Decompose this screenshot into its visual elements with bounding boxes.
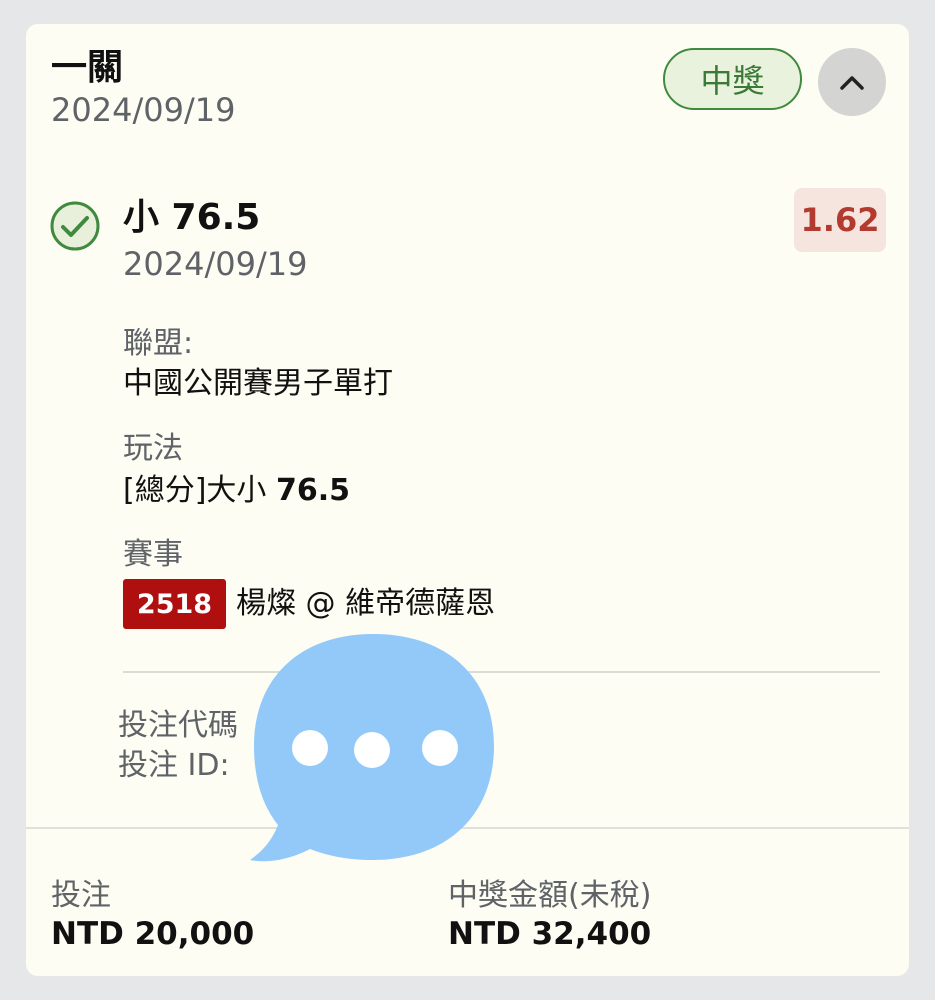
bet-type-title: 一關 bbox=[51, 47, 124, 88]
selection-title: 小 76.5 bbox=[123, 197, 261, 238]
play-prefix: [總分]大小 bbox=[123, 473, 276, 508]
event-label: 賽事 bbox=[123, 537, 183, 572]
status-label: 中獎 bbox=[700, 62, 765, 100]
stake-value: NTD 20,000 bbox=[51, 916, 255, 952]
event-number-badge: 2518 bbox=[123, 579, 226, 629]
bet-date: 2024/09/19 bbox=[51, 91, 236, 129]
stake-label: 投注 bbox=[51, 878, 111, 913]
play-value: [總分]大小 76.5 bbox=[123, 471, 350, 511]
league-label: 聯盟: bbox=[123, 326, 194, 361]
selection-date: 2024/09/19 bbox=[123, 245, 308, 283]
bet-code-label: 投注代碼 bbox=[118, 708, 238, 743]
divider bbox=[123, 671, 880, 673]
payout-label: 中獎金額(未稅) bbox=[448, 878, 652, 913]
check-circle-icon bbox=[50, 201, 100, 251]
chevron-up-icon bbox=[840, 76, 864, 90]
payout-value: NTD 32,400 bbox=[448, 916, 652, 952]
chat-bubble-icon bbox=[250, 634, 494, 862]
event-number: 2518 bbox=[136, 588, 213, 620]
odds-badge: 1.62 bbox=[794, 188, 886, 252]
event-value: 楊燦 @ 維帝德薩恩 bbox=[236, 586, 496, 621]
play-line: 76.5 bbox=[275, 473, 350, 508]
odds-value: 1.62 bbox=[800, 201, 880, 239]
status-badge: 中獎 bbox=[663, 48, 802, 110]
play-label: 玩法 bbox=[123, 431, 183, 466]
collapse-button[interactable] bbox=[818, 48, 886, 116]
bet-id-label: 投注 ID: bbox=[118, 748, 230, 783]
league-value: 中國公開賽男子單打 bbox=[123, 366, 393, 401]
